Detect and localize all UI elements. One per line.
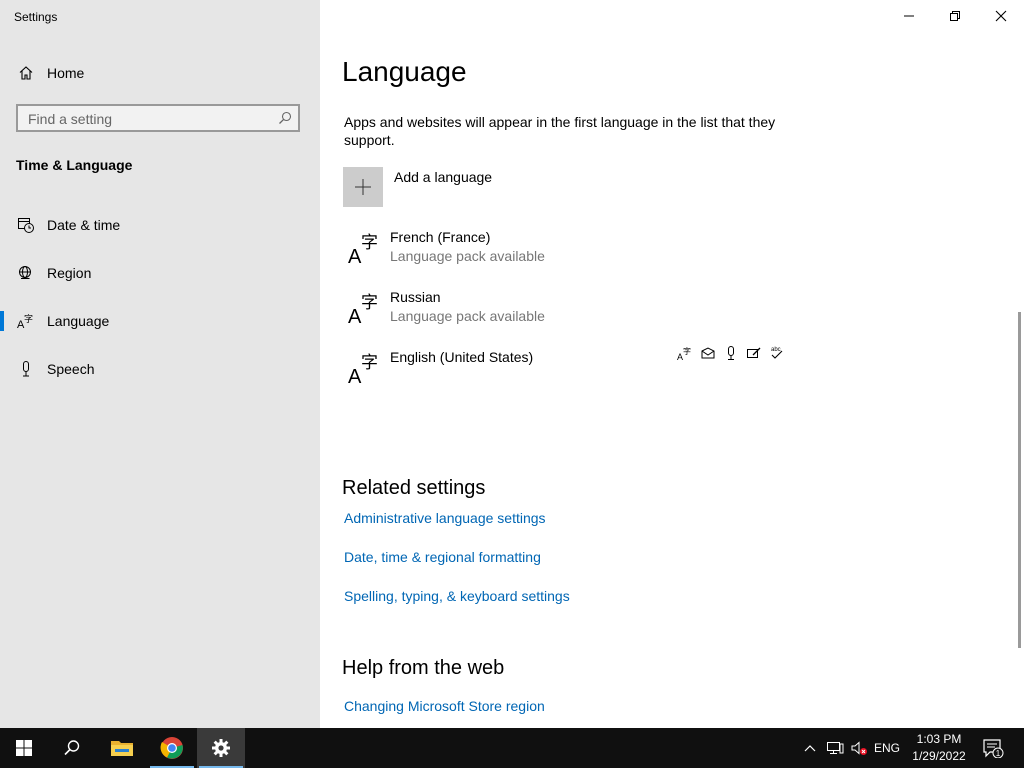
svg-text:字: 字 — [361, 293, 378, 313]
svg-text:字: 字 — [361, 353, 378, 373]
sidebar-item-date-time[interactable]: Date & time — [0, 205, 320, 245]
close-button[interactable] — [978, 0, 1024, 32]
chevron-up-icon — [804, 745, 816, 752]
language-status: Language pack available — [390, 308, 545, 324]
restore-icon — [950, 11, 960, 21]
svg-text:字: 字 — [24, 313, 33, 325]
input-indicator[interactable]: ENG — [872, 728, 902, 768]
language-name: English (United States) — [390, 349, 534, 365]
folder-icon — [111, 741, 133, 756]
language-features: A字 abc — [676, 344, 786, 362]
globe-icon — [16, 263, 36, 283]
scrollbar[interactable] — [1018, 312, 1021, 648]
clock-time: 1:03 PM — [916, 732, 962, 746]
language-icon: A字 — [348, 353, 378, 384]
sidebar: Settings Home Time & Language Date & tim… — [0, 0, 320, 728]
microphone-icon — [16, 359, 36, 379]
home-label: Home — [47, 65, 85, 81]
show-hidden-icons-button[interactable] — [800, 728, 820, 768]
sidebar-item-label: Language — [47, 313, 110, 329]
sidebar-item-language[interactable]: A字 Language — [0, 301, 320, 341]
language-icon: A字 — [16, 311, 36, 331]
svg-text:字: 字 — [683, 346, 691, 356]
language-name: Russian — [390, 289, 441, 305]
page-description: Apps and websites will appear in the fir… — [344, 114, 776, 148]
notification-icon: 1 — [983, 739, 1004, 758]
add-language-label: Add a language — [394, 169, 493, 185]
taskbar: ENG 1:03 PM 1/29/2022 1 — [0, 728, 1024, 768]
restore-button[interactable] — [932, 0, 978, 32]
action-center-button[interactable]: 1 — [980, 728, 1006, 768]
spelling-typing-keyboard-link[interactable]: Spelling, typing, & keyboard settings — [344, 588, 570, 604]
notification-count: 1 — [996, 749, 1001, 758]
file-explorer-button[interactable] — [98, 728, 146, 768]
search-box[interactable] — [16, 104, 300, 132]
svg-text:A: A — [348, 366, 362, 384]
chrome-icon — [160, 737, 183, 759]
handwriting-icon — [745, 344, 763, 362]
settings-taskbar-button[interactable] — [197, 728, 245, 768]
minimize-button[interactable] — [886, 0, 932, 32]
gear-icon — [212, 739, 230, 757]
home-icon — [16, 63, 36, 83]
network-icon[interactable] — [824, 728, 846, 768]
sidebar-item-label: Region — [47, 265, 92, 281]
add-language-button[interactable]: Add a language — [343, 167, 543, 207]
start-button[interactable] — [0, 728, 48, 768]
app-title: Settings — [14, 10, 58, 24]
language-name: French (France) — [390, 229, 491, 245]
section-title: Time & Language — [16, 157, 133, 173]
close-icon — [995, 10, 1007, 22]
sidebar-item-label: Speech — [47, 361, 95, 377]
speech-recognition-icon — [722, 344, 740, 362]
language-item-french[interactable]: A字 French (France) Language pack availab… — [343, 228, 783, 284]
admin-language-settings-link[interactable]: Administrative language settings — [344, 510, 546, 526]
svg-text:abc: abc — [771, 347, 781, 353]
search-icon — [64, 740, 80, 756]
taskbar-search-button[interactable] — [48, 728, 96, 768]
svg-text:A: A — [348, 246, 362, 264]
svg-text:字: 字 — [361, 233, 378, 253]
svg-text:A: A — [348, 306, 362, 324]
related-settings-heading: Related settings — [342, 477, 486, 499]
date-time-regional-formatting-link[interactable]: Date, time & regional formatting — [344, 549, 541, 565]
language-item-russian[interactable]: A字 Russian Language pack available — [343, 288, 783, 344]
changing-store-region-link[interactable]: Changing Microsoft Store region — [344, 698, 545, 714]
sidebar-item-region[interactable]: Region — [0, 253, 320, 293]
help-heading: Help from the web — [342, 657, 505, 679]
language-item-english[interactable]: A字 English (United States) A字 abc — [343, 346, 783, 404]
minimize-icon — [904, 15, 914, 17]
display-language-icon: A字 — [676, 344, 694, 362]
windows-logo-icon — [16, 740, 32, 756]
search-input[interactable] — [26, 109, 270, 129]
sidebar-item-speech[interactable]: Speech — [0, 349, 320, 389]
sidebar-item-label: Date & time — [47, 217, 121, 233]
home-nav-item[interactable]: Home — [0, 53, 320, 93]
text-to-speech-icon — [699, 344, 717, 362]
language-status: Language pack available — [390, 248, 545, 264]
volume-muted-icon[interactable] — [848, 728, 870, 768]
spell-check-icon: abc — [768, 344, 786, 362]
calendar-clock-icon — [16, 215, 36, 235]
clock[interactable]: 1:03 PM 1/29/2022 — [900, 731, 978, 765]
search-icon[interactable] — [278, 111, 292, 130]
plus-icon — [343, 167, 383, 207]
language-icon: A字 — [348, 293, 378, 324]
language-icon: A字 — [348, 233, 378, 264]
clock-date: 1/29/2022 — [912, 749, 966, 763]
page-title: Language — [342, 56, 467, 87]
chrome-button[interactable] — [148, 728, 196, 768]
